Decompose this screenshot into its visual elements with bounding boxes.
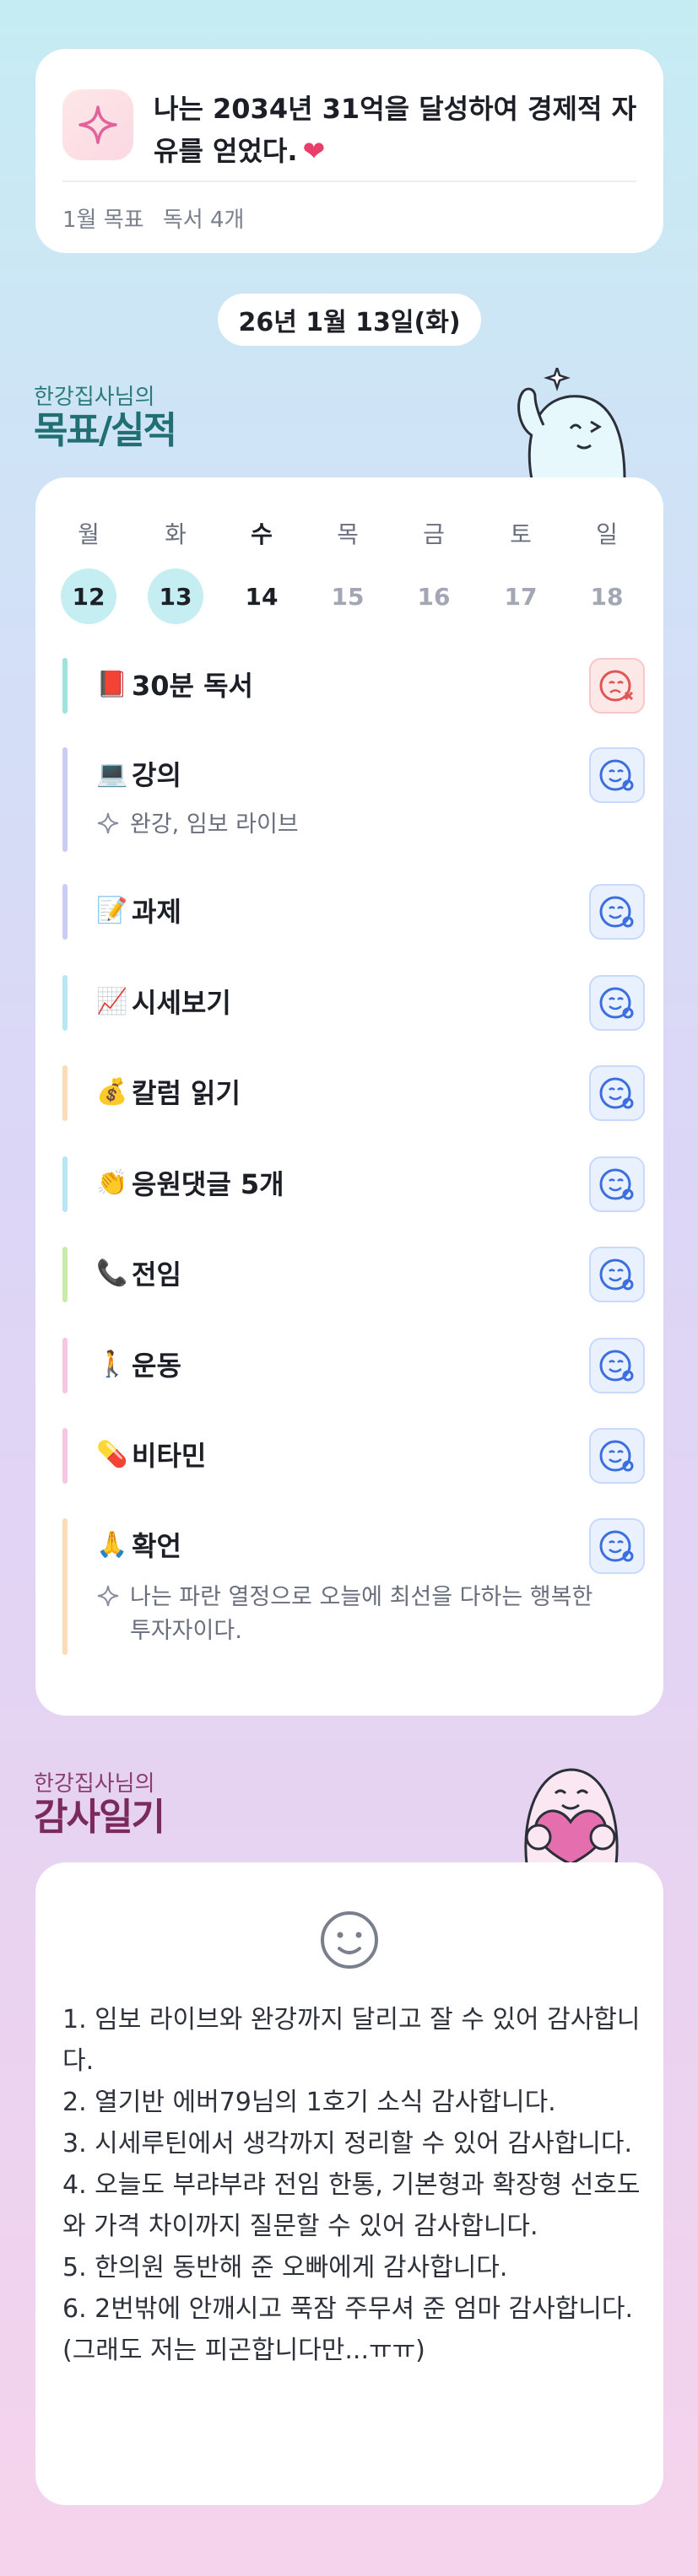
day-thu[interactable]: 목 15 (317, 516, 379, 624)
money-bag-icon: 💰 (96, 1076, 128, 1107)
task-label: 칼럼 읽기 (132, 1077, 241, 1109)
clap-icon: 👏 (96, 1167, 128, 1198)
mascot-heart-icon (503, 1760, 638, 1867)
goal-card[interactable]: 나는 2034년 31억을 달성하여 경제적 자유를 얻었다. ❤ 1월 목표 독… (35, 49, 663, 253)
pill-icon: 💊 (96, 1439, 128, 1469)
task-color-bar (62, 747, 68, 852)
walking-icon: 🚶 (96, 1349, 128, 1379)
task-label: 전임 (132, 1258, 181, 1291)
status-ok-icon[interactable] (589, 884, 645, 940)
day-sat[interactable]: 토 17 (490, 516, 552, 624)
memo-icon: 📝 (96, 895, 128, 925)
sparkle-icon (62, 89, 133, 160)
task-label: 확언 (132, 1530, 181, 1562)
sparkle-icon (97, 812, 119, 834)
day-sun[interactable]: 일 18 (576, 516, 638, 624)
day-mon[interactable]: 월 12 (57, 516, 120, 624)
diary-card: 1. 임보 라이브와 완강까지 달리고 잘 수 있어 감사합니다. 2. 열기반… (35, 1862, 663, 2505)
laptop-icon: 💻 (96, 758, 128, 789)
status-ok-icon[interactable] (589, 975, 645, 1031)
status-ok-icon[interactable] (589, 1247, 645, 1302)
task-item[interactable]: 🚶 운동 (62, 1338, 645, 1393)
phone-icon: 📞 (96, 1258, 128, 1288)
task-label: 비타민 (132, 1440, 207, 1472)
task-item[interactable]: 📕 30분 독서 (62, 658, 645, 714)
task-label: 강의 (132, 759, 181, 791)
smiley-icon (319, 1910, 380, 1974)
task-item[interactable]: 📞 전임 (62, 1247, 645, 1302)
day-wed[interactable]: 수 14 (230, 516, 293, 624)
task-color-bar (62, 975, 68, 1031)
status-ok-icon[interactable] (589, 747, 645, 803)
sparkle-icon (97, 1585, 119, 1607)
task-color-bar (62, 1338, 68, 1393)
task-item[interactable]: 💰 칼럼 읽기 (62, 1065, 645, 1121)
task-item[interactable]: 🙏 확언 나는 파란 열정으로 오늘에 최선을 다하는 행복한 투자자이다. (62, 1518, 645, 1655)
day-tue[interactable]: 화 13 (144, 516, 207, 624)
task-color-bar (62, 884, 68, 940)
task-item[interactable]: 📈 시세보기 (62, 975, 645, 1031)
status-ok-icon[interactable] (589, 1156, 645, 1212)
mascot-waving-icon (506, 364, 633, 482)
status-ok-icon[interactable] (589, 1065, 645, 1121)
diary-section-title: 감사일기 (34, 1796, 165, 1839)
task-color-bar (62, 1156, 68, 1212)
task-label: 운동 (132, 1350, 181, 1382)
diary-text: 1. 임보 라이브와 완강까지 달리고 잘 수 있어 감사합니다. 2. 열기반… (62, 1999, 645, 2371)
date-pill[interactable]: 26년 1월 13일(화) (218, 294, 481, 346)
diary-line: 5. 한의원 동반해 준 오빠에게 감사합니다. (62, 2253, 508, 2282)
task-label: 과제 (132, 896, 181, 928)
heart-icon: ❤ (302, 135, 326, 167)
status-ok-icon[interactable] (589, 1338, 645, 1393)
chart-icon: 📈 (96, 986, 128, 1016)
diary-line: 2. 열기반 에버79님의 1호기 소식 감사합니다. (62, 2088, 556, 2117)
diary-line: 1. 임보 라이브와 완강까지 달리고 잘 수 있어 감사합니다. (62, 2005, 641, 2076)
task-color-bar (62, 1518, 68, 1655)
schedule-card: 월 12 화 13 수 14 목 15 금 16 토 17 일 18 📕 30분 독서 💻 강의 (35, 477, 663, 1716)
month-goal: 1월 목표 독서 4개 (62, 202, 244, 234)
task-item[interactable]: 💻 강의 완강, 임보 라이브 (62, 747, 645, 852)
task-item[interactable]: 💊 비타민 (62, 1428, 645, 1484)
diary-line: 3. 시세루틴에서 생각까지 정리할 수 있어 감사합니다. (62, 2129, 632, 2158)
month-goal-value: 독서 4개 (162, 207, 245, 233)
book-icon: 📕 (96, 669, 128, 699)
week-strip: 월 12 화 13 수 14 목 15 금 16 토 17 일 18 (57, 516, 662, 626)
diary-line: 6. 2번밖에 안깨시고 푹잠 주무셔 준 엄마 감사합니다.(그래도 저는 피… (62, 2294, 633, 2365)
task-item[interactable]: 📝 과제 (62, 884, 645, 940)
task-color-bar (62, 658, 68, 714)
task-item[interactable]: 👏 응원댓글 5개 (62, 1156, 645, 1212)
schedule-section-title: 목표/실적 (34, 409, 177, 452)
divider (62, 181, 636, 182)
status-ok-icon[interactable] (589, 1518, 645, 1574)
task-label: 응원댓글 5개 (132, 1168, 284, 1200)
status-ok-icon[interactable] (589, 1428, 645, 1484)
praying-hands-icon: 🙏 (96, 1529, 128, 1560)
task-color-bar (62, 1428, 68, 1484)
task-color-bar (62, 1065, 68, 1121)
day-fri[interactable]: 금 16 (403, 516, 465, 624)
month-goal-label: 1월 목표 (62, 207, 144, 233)
task-label: 시세보기 (132, 987, 231, 1019)
status-fail-icon[interactable] (589, 658, 645, 714)
task-color-bar (62, 1247, 68, 1302)
diary-line: 4. 오늘도 부랴부랴 전임 한통, 기본형과 확장형 선호도와 가격 차이까지… (62, 2170, 641, 2241)
task-note: 나는 파란 열정으로 오늘에 최선을 다하는 행복한 투자자이다. (96, 1581, 620, 1648)
task-note: 완강, 임보 라이브 (96, 808, 620, 842)
task-label: 30분 독서 (132, 670, 253, 702)
goal-title: 나는 2034년 31억을 달성하여 경제적 자유를 얻었다. ❤ (154, 93, 637, 167)
